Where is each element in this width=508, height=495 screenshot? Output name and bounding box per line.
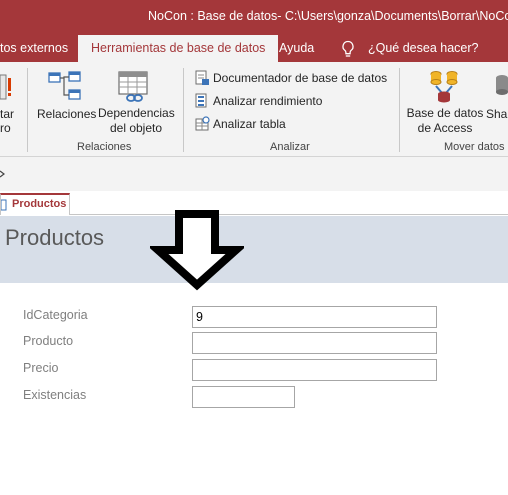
tab-ayuda[interactable]: Ayuda [279,41,314,55]
analizar-rendimiento-button[interactable]: Analizar rendimiento [195,91,322,111]
sharepoint-icon[interactable] [490,72,508,102]
form-title: Productos [5,225,105,250]
collapse-icon[interactable] [0,169,6,179]
tab-herramientas-base-datos[interactable]: Herramientas de base de datos [78,35,279,62]
idcategoria-field[interactable]: 9 [192,306,437,328]
relationships-icon [48,71,81,100]
down-arrow-icon [150,210,244,291]
existencias-field[interactable] [192,386,295,408]
dependencias-label: Dependencias del objeto [98,106,175,135]
producto-field[interactable] [192,332,437,354]
group-relaciones-label: Relaciones [77,141,132,153]
compact-database-icon[interactable] [0,73,14,103]
group-separator [27,68,28,152]
field-label-producto: Producto [23,334,74,348]
ribbon-tab-strip: tos externos Herramientas de base de dat… [0,33,508,62]
group-mover-datos-label: Mover datos [444,141,505,153]
group-separator [183,68,184,152]
partial-button-label[interactable]: tar ro [0,107,14,135]
base-datos-access-label: Base de datos de Access [406,106,484,135]
field-label-idcategoria: IdCategoria [23,308,88,322]
tell-me-search[interactable]: ¿Qué desea hacer? [368,41,479,55]
precio-field[interactable] [192,359,437,381]
window-title: NoCon : Base de datos- C:\Users\gonza\Do… [148,9,508,23]
quick-access-bar [0,157,508,191]
relaciones-label: Relaciones [37,107,97,121]
access-database-icon [430,71,458,103]
lightbulb-icon[interactable] [341,40,355,58]
share-partial-label[interactable]: Shar [486,107,508,121]
tab-datos-externos[interactable]: tos externos [0,41,68,55]
analizar-tabla-label: Analizar tabla [213,117,286,131]
analizar-rendimiento-label: Analizar rendimiento [213,94,323,108]
document-tab-productos[interactable]: Productos [0,193,70,215]
field-label-existencias: Existencias [23,388,87,402]
analizar-tabla-button[interactable]: Analizar tabla [195,114,286,134]
database-documenter-icon [195,70,209,85]
group-separator [399,68,400,152]
group-analizar-label: Analizar [270,141,310,153]
title-bar: NoCon : Base de datos- C:\Users\gonza\Do… [0,0,508,33]
document-tab-label: Productos [12,198,67,210]
form-icon [1,199,7,211]
ribbon: tar ro Relaciones Dependencias del objet… [0,62,508,157]
document-tab-baseline [0,214,508,215]
object-dependencies-icon [118,71,148,102]
analyze-table-icon [195,116,210,131]
analyze-performance-icon [195,93,207,108]
documentador-label: Documentador de base de datos [213,71,388,85]
form-header: Productos [0,216,508,283]
documentador-button[interactable]: Documentador de base de datos [195,68,387,88]
field-label-precio: Precio [23,361,59,375]
